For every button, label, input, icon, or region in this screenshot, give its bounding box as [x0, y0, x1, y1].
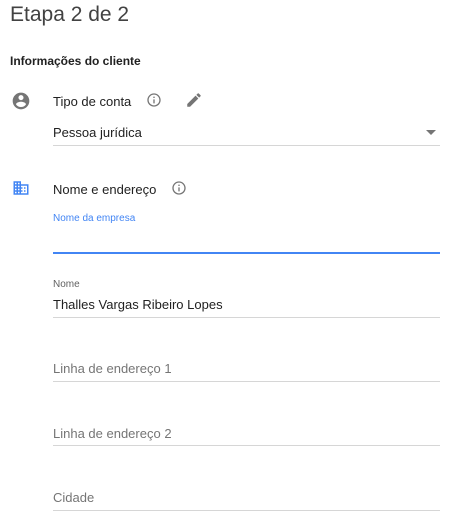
edit-pencil-icon[interactable]	[185, 91, 203, 109]
building-icon	[13, 181, 29, 195]
name-label: Nome	[53, 279, 80, 290]
account-type-label: Tipo de conta	[53, 94, 132, 109]
address-line-2-field	[53, 424, 440, 449]
account-circle-icon	[12, 92, 30, 110]
address-line-1-underline	[53, 381, 440, 382]
caret-down-icon	[426, 130, 436, 135]
account-type-info-icon[interactable]	[146, 92, 162, 108]
account-type-select[interactable]: Pessoa jurídica	[53, 120, 440, 146]
city-field	[53, 488, 440, 514]
company-name-input[interactable]	[53, 231, 440, 249]
company-name-label: Nome da empresa	[53, 213, 136, 224]
company-name-underline	[53, 252, 440, 254]
name-field: Nome	[53, 279, 440, 319]
name-input[interactable]	[53, 295, 440, 313]
city-input[interactable]	[53, 488, 440, 506]
step-title: Etapa 2 de 2	[10, 3, 130, 26]
city-underline	[53, 510, 440, 511]
address-line-2-input[interactable]	[53, 424, 440, 442]
address-line-2-underline	[53, 445, 440, 446]
name-underline	[53, 317, 440, 318]
address-line-1-input[interactable]	[53, 359, 440, 377]
company-name-field: Nome da empresa	[53, 213, 440, 255]
name-address-label: Nome e endereço	[53, 182, 157, 197]
account-type-value: Pessoa jurídica	[53, 125, 142, 140]
name-address-info-icon[interactable]	[171, 180, 187, 196]
address-line-1-field	[53, 359, 440, 384]
section-title: Informações do cliente	[10, 54, 141, 68]
